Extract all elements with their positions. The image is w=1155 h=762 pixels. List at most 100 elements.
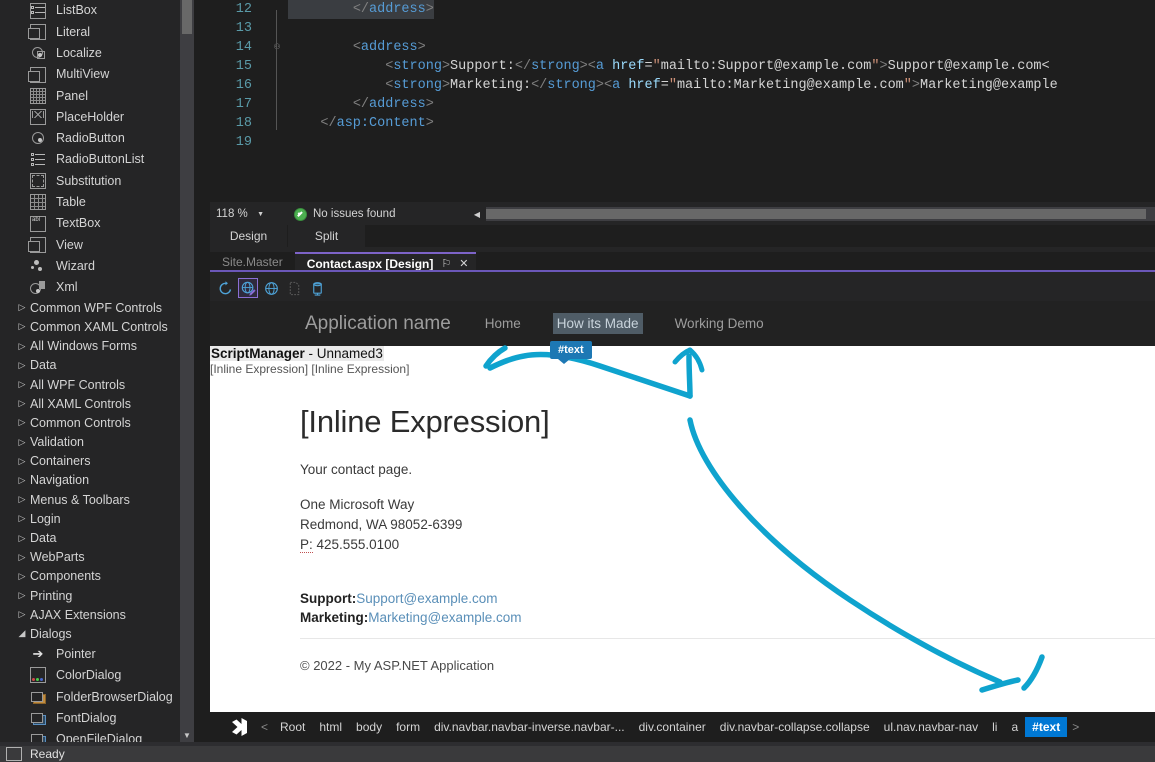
code-line[interactable]: 18 </asp:Content> (210, 114, 1155, 133)
refresh-icon[interactable] (215, 278, 235, 298)
toolbox-item-radiobutton[interactable]: RadioButton (0, 128, 194, 149)
code-line[interactable]: 14 ⚇ <address> (210, 38, 1155, 57)
toolbox-group-dialogs[interactable]: ◢ Dialogs (0, 624, 194, 643)
triangle-right-icon[interactable]: ▷ (16, 360, 28, 370)
design-surface[interactable]: Application name Home How its Made Worki… (210, 301, 1155, 712)
triangle-right-icon[interactable]: ▷ (16, 322, 28, 331)
view-tab-split[interactable]: Split (288, 225, 365, 247)
code-line[interactable]: 15 <strong>Support:</strong><a href="mai… (210, 57, 1155, 76)
scroll-left-icon[interactable]: ◀ (470, 207, 484, 221)
nav-link-working-demo[interactable]: Working Demo (671, 313, 768, 334)
toolbox-group-containers[interactable]: ▷ Containers (0, 452, 194, 471)
breadcrumb-item-div-navbar-collapse-collapse[interactable]: div.navbar-collapse.collapse (713, 717, 877, 737)
toolbox-group-common-xaml-controls[interactable]: ▷ Common XAML Controls (0, 317, 194, 336)
triangle-right-icon[interactable]: ▷ (16, 418, 28, 427)
triangle-right-icon[interactable]: ▷ (16, 399, 28, 408)
editor-view-tabs[interactable]: Design Split (210, 225, 1155, 247)
marketing-email-link[interactable]: Marketing@example.com (368, 610, 521, 625)
code-line[interactable]: 13 (210, 19, 1155, 38)
toolbox-group-data[interactable]: ▷ Data (0, 356, 194, 375)
triangle-right-icon[interactable]: ▷ (16, 591, 28, 600)
toolbox-item-multiview[interactable]: MultiView (0, 64, 194, 85)
toolbox-group-all-xaml-controls[interactable]: ▷ All XAML Controls (0, 394, 194, 413)
toolbox-item-panel[interactable]: Panel (0, 85, 194, 106)
toolbox-group-components[interactable]: ▷ Components (0, 567, 194, 586)
toolbox-scrollbar-thumb[interactable] (182, 0, 192, 34)
toolbox-item-substitution[interactable]: Substitution (0, 170, 194, 191)
toolbox-group-menus-toolbars[interactable]: ▷ Menus & Toolbars (0, 490, 194, 509)
document-tab-bar[interactable]: Site.Master Contact.aspx [Design] ⚐ ✕ (210, 252, 1155, 274)
toolbox-group-webparts[interactable]: ▷ WebParts (0, 548, 194, 567)
toolbox-group-all-windows-forms[interactable]: ▷ All Windows Forms (0, 337, 194, 356)
triangle-right-icon[interactable]: ▷ (16, 475, 28, 485)
toolbox-item-placeholder[interactable]: PlaceHolder (0, 106, 194, 127)
toolbox-group-common-wpf-controls[interactable]: ▷ Common WPF Controls (0, 298, 194, 317)
triangle-right-icon[interactable]: ▷ (16, 437, 28, 447)
breadcrumb-item-html[interactable]: html (312, 717, 349, 737)
code-editor[interactable]: 12 </address> 13 14 ⚇ <address> 15 <strong>S… (210, 0, 1155, 202)
toolbox-item-wizard[interactable]: Wizard (0, 256, 194, 277)
toolbox-group-data[interactable]: ▷ Data (0, 528, 194, 547)
toolbox-scrollbar[interactable]: ▼ (180, 0, 194, 742)
toolbox-item-colordialog[interactable]: ColorDialog (0, 665, 194, 686)
toolbox-item-table[interactable]: Table (0, 192, 194, 213)
database-icon[interactable] (307, 278, 327, 298)
toolbox-item-listbox[interactable]: ListBox (0, 0, 194, 21)
triangle-right-icon[interactable]: ▷ (16, 552, 28, 562)
navbar-brand[interactable]: Application name (305, 313, 451, 335)
nav-link-home[interactable]: Home (481, 313, 525, 334)
toolbox-group-printing[interactable]: ▷ Printing (0, 586, 194, 605)
triangle-right-icon[interactable]: ▷ (16, 303, 28, 312)
triangle-right-icon[interactable]: ▷ (16, 456, 28, 466)
toolbox-item-pointer[interactable]: ➔ Pointer (0, 644, 194, 665)
breadcrumb-item-form[interactable]: form (389, 717, 427, 737)
designer-toolbar[interactable] (210, 276, 1155, 300)
toolbox-scroll-down-icon[interactable]: ▼ (180, 728, 194, 742)
toolbox-group-all-wpf-controls[interactable]: ▷ All WPF Controls (0, 375, 194, 394)
triangle-down-icon[interactable]: ◢ (16, 629, 28, 638)
toolbox-panel[interactable]: ListBox Literal Localize MultiView Panel Plac… (0, 0, 194, 742)
toolbox-group-navigation[interactable]: ▷ Navigation (0, 471, 194, 490)
panel-splitter[interactable] (194, 0, 210, 742)
breadcrumb-item-li[interactable]: li (985, 717, 1004, 737)
toolbox-item-openfiledialog[interactable]: OpenFileDialog (0, 729, 194, 742)
globe-icon[interactable] (261, 278, 281, 298)
toolbox-item-radiobuttonlist[interactable]: RadioButtonList (0, 149, 194, 170)
breadcrumb-item-body[interactable]: body (349, 717, 389, 737)
issues-status[interactable]: No issues found (294, 207, 395, 221)
view-tab-design[interactable]: Design (210, 225, 287, 247)
page-icon[interactable] (284, 278, 304, 298)
editor-horizontal-scrollbar[interactable]: ◀ (470, 207, 1155, 221)
breadcrumb-next-icon[interactable]: > (1067, 717, 1084, 737)
code-line[interactable]: 12 </address> (210, 0, 1155, 19)
toolbox-group-ajax-extensions[interactable]: ▷ AJAX Extensions (0, 605, 194, 624)
toolbox-item-textbox[interactable]: TextBox (0, 213, 194, 234)
triangle-right-icon[interactable]: ▷ (16, 533, 28, 543)
code-line[interactable]: 19 (210, 133, 1155, 152)
page-title[interactable]: [Inline Expression] (300, 404, 1155, 440)
breadcrumb-item-ul-nav-navbar-nav[interactable]: ul.nav.navbar-nav (877, 717, 986, 737)
scrollbar-track[interactable] (486, 207, 1155, 221)
dom-breadcrumb-bar[interactable]: < Root html body form div.navbar.navbar-inver… (210, 712, 1155, 742)
document-tab-site-master[interactable]: Site.Master (210, 252, 295, 272)
browser-edit-icon[interactable] (238, 278, 258, 298)
zoom-level-dropdown[interactable]: 118 % ▼ (210, 204, 270, 224)
scrollbar-thumb[interactable] (486, 209, 1146, 219)
triangle-right-icon[interactable]: ▷ (16, 341, 28, 351)
triangle-right-icon[interactable]: ▷ (16, 380, 28, 389)
toolbox-item-fontdialog[interactable]: FontDialog (0, 707, 194, 728)
breadcrumb-item-text[interactable]: #text (1025, 717, 1068, 737)
nav-link-how-its-made[interactable]: How its Made (552, 313, 643, 334)
toolbox-group-common-controls[interactable]: ▷ Common Controls (0, 413, 194, 432)
toolbox-item-xml[interactable]: Xml (0, 277, 194, 298)
support-email-link[interactable]: Support@example.com (356, 591, 497, 606)
breadcrumb-prev-icon[interactable]: < (256, 717, 273, 737)
triangle-right-icon[interactable]: ▷ (16, 514, 28, 523)
toolbox-item-literal[interactable]: Literal (0, 21, 194, 42)
toolbox-item-localize[interactable]: Localize (0, 43, 194, 64)
triangle-right-icon[interactable]: ▷ (16, 495, 28, 504)
breadcrumb-item-div-navbar-navbar-inverse-navbar[interactable]: div.navbar.navbar-inverse.navbar-... (427, 717, 632, 737)
toolbox-item-folderbrowserdialog[interactable]: FolderBrowserDialog (0, 686, 194, 707)
toolbox-group-login[interactable]: ▷ Login (0, 509, 194, 528)
breadcrumb-item-a[interactable]: a (1004, 717, 1025, 737)
